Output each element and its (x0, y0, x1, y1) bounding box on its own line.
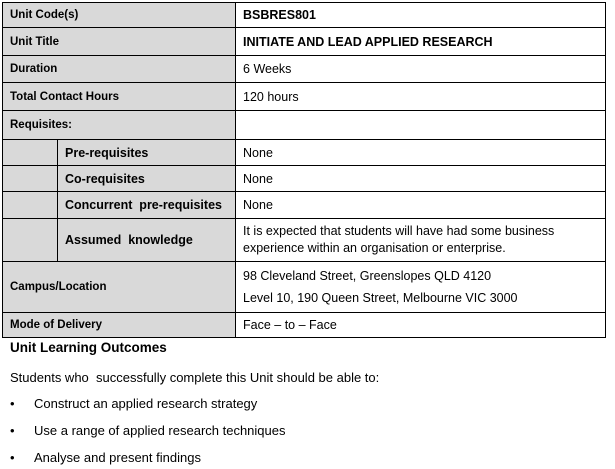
outcome-text: Use a range of applied research techniqu… (34, 423, 286, 438)
bullet-icon: • (10, 396, 15, 411)
indent-cell (2, 191, 58, 219)
pre-requisites-value: None (235, 139, 607, 166)
outcomes-heading: Unit Learning Outcomes (10, 340, 167, 355)
campus-line-2: Level 10, 190 Queen Street, Melbourne VI… (243, 291, 518, 305)
concurrent-pre-requisites-value: None (235, 191, 607, 219)
bullet-icon: • (10, 450, 15, 465)
list-item: • Analyse and present findings (10, 450, 201, 465)
duration-value: 6 Weeks (235, 55, 607, 83)
unit-details-table: Unit Code(s) BSBRES801 Unit Title INITIA… (1, 2, 607, 338)
bullet-icon: • (10, 423, 15, 438)
row-contact-hours: Total Contact Hours 120 hours (1, 82, 607, 111)
assumed-knowledge-line-1: It is expected that students will have h… (243, 224, 555, 238)
row-concurrent-pre-requisites: Concurrent pre-requisites None (2, 191, 607, 219)
list-item: • Construct an applied research strategy (10, 396, 257, 411)
unit-title-label: Unit Title (1, 27, 237, 56)
list-item: • Use a range of applied research techni… (10, 423, 286, 438)
row-requisites: Requisites: (1, 110, 607, 140)
outcome-text: Construct an applied research strategy (34, 396, 258, 411)
unit-title-value: INITIATE AND LEAD APPLIED RESEARCH (235, 27, 607, 56)
campus-label: Campus/Location (1, 261, 237, 313)
contact-hours-label: Total Contact Hours (1, 82, 237, 111)
row-pre-requisites: Pre-requisites None (2, 139, 607, 166)
row-unit-code: Unit Code(s) BSBRES801 (1, 2, 607, 28)
co-requisites-value: None (235, 165, 607, 192)
assumed-knowledge-label: Assumed knowledge (56, 218, 237, 262)
concurrent-pre-requisites-label: Concurrent pre-requisites (56, 191, 237, 219)
campus-value: 98 Cleveland Street, Greenslopes QLD 412… (235, 261, 607, 313)
row-campus: Campus/Location 98 Cleveland Street, Gre… (1, 261, 607, 313)
row-assumed-knowledge: Assumed knowledge It is expected that st… (2, 218, 607, 262)
assumed-knowledge-line-2: experience within an organisation or ent… (243, 241, 506, 255)
indent-cell (2, 165, 58, 192)
delivery-value: Face – to – Face (235, 312, 607, 338)
requisites-value (235, 110, 607, 140)
pre-requisites-label: Pre-requisites (56, 139, 237, 166)
co-requisites-label: Co-requisites (56, 165, 237, 192)
requisites-label: Requisites: (1, 110, 237, 140)
row-co-requisites: Co-requisites None (2, 165, 607, 192)
campus-line-1: 98 Cleveland Street, Greenslopes QLD 412… (243, 269, 492, 283)
row-duration: Duration 6 Weeks (1, 55, 607, 83)
unit-code-value: BSBRES801 (235, 2, 607, 28)
delivery-label: Mode of Delivery (1, 312, 237, 338)
contact-hours-value: 120 hours (235, 82, 607, 111)
indent-cell (2, 139, 58, 166)
outcome-text: Analyse and present findings (34, 450, 201, 465)
unit-code-label: Unit Code(s) (1, 2, 237, 28)
indent-cell (2, 218, 58, 262)
row-unit-title: Unit Title INITIATE AND LEAD APPLIED RES… (1, 27, 607, 56)
outcomes-intro: Students who successfully complete this … (10, 370, 380, 385)
assumed-knowledge-value: It is expected that students will have h… (235, 218, 607, 262)
duration-label: Duration (1, 55, 237, 83)
row-delivery: Mode of Delivery Face – to – Face (1, 312, 607, 338)
